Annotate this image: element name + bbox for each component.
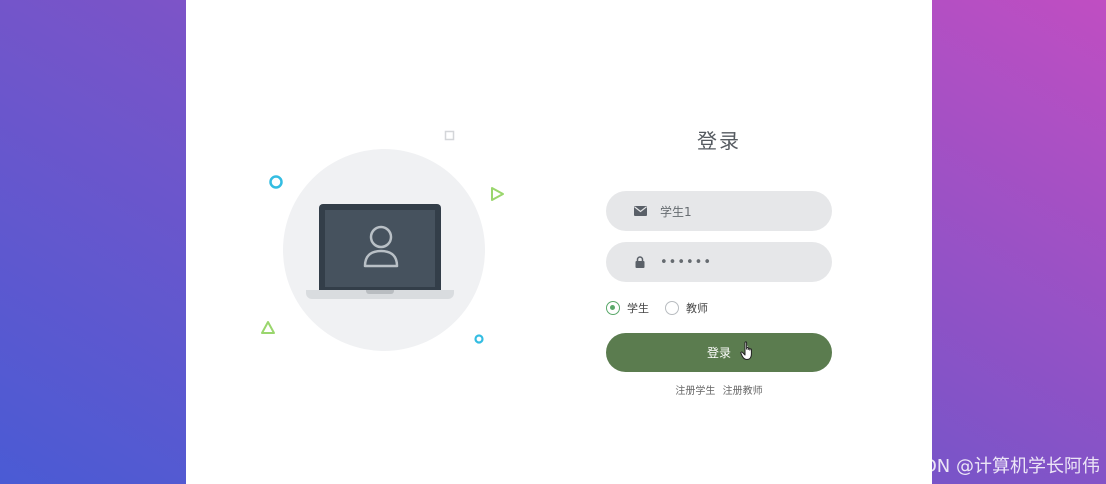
- radio-dot[interactable]: [606, 301, 620, 315]
- role-student-label: 学生: [627, 302, 649, 315]
- triangle-decoration-icon: [261, 321, 275, 334]
- role-teacher-label: 教师: [686, 302, 708, 315]
- watermark: CSDN @计算机学长阿伟: [898, 456, 1100, 477]
- role-student-radio[interactable]: 学生: [606, 300, 649, 316]
- laptop-display: [325, 210, 435, 287]
- circle-decoration-icon: [269, 175, 283, 189]
- laptop-notch: [366, 290, 394, 294]
- password-field[interactable]: ••••••: [606, 242, 832, 282]
- hand-pointer-icon: [740, 341, 752, 360]
- register-links: 注册学生 注册教师: [606, 382, 832, 397]
- username-field[interactable]: 学生1: [606, 191, 832, 231]
- login-button[interactable]: 登录: [606, 333, 832, 372]
- login-card: 登录 学生1 •••••• 学生 教师 登录 注册学生 注册教师: [186, 0, 932, 484]
- login-title: 登录: [697, 129, 741, 153]
- square-decoration-icon: [444, 130, 455, 141]
- play-triangle-decoration-icon: [491, 187, 504, 201]
- radio-dot[interactable]: [665, 301, 679, 315]
- lock-icon: [632, 256, 648, 268]
- username-value: 学生1: [660, 204, 692, 219]
- envelope-icon: [632, 206, 648, 216]
- register-student-link[interactable]: 注册学生: [675, 386, 715, 397]
- laptop-illustration: [319, 204, 441, 291]
- role-teacher-radio[interactable]: 教师: [665, 300, 708, 316]
- register-teacher-link[interactable]: 注册教师: [723, 386, 763, 397]
- user-icon: [363, 225, 399, 268]
- small-circle-decoration-icon: [474, 334, 484, 344]
- role-radio-group: 学生 教师: [606, 298, 724, 318]
- password-value: ••••••: [660, 254, 713, 270]
